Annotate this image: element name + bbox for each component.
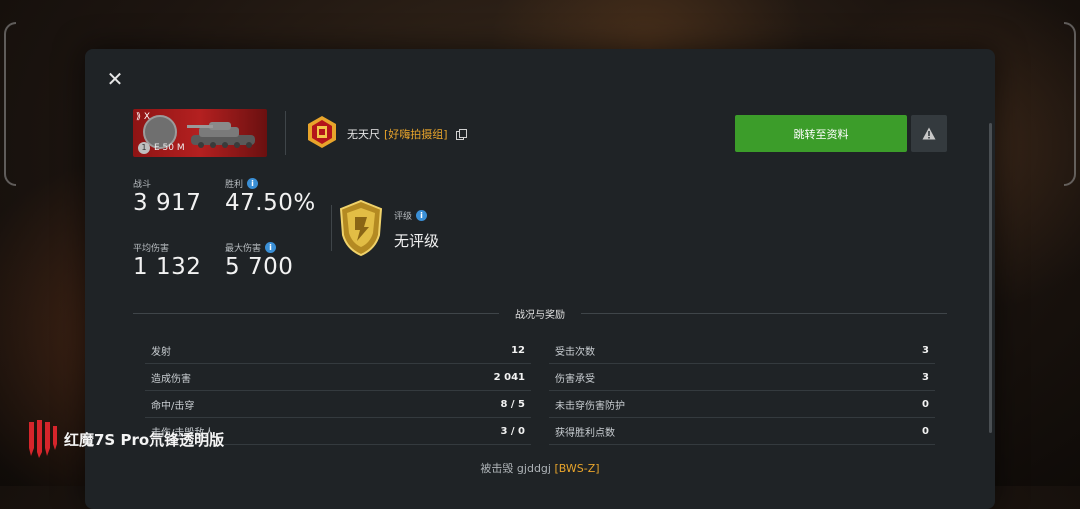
stat-label: 平均伤害 <box>133 243 170 254</box>
divider <box>581 313 947 314</box>
red-magic-logo-icon <box>29 420 57 458</box>
device-edge-left <box>4 22 16 186</box>
table-cell: 受击次数 3 <box>549 337 935 364</box>
table-cell: 伤害承受 3 <box>549 364 935 391</box>
watermark-text: 红魔7S Pro氘锋透明版 <box>64 430 225 449</box>
warning-icon <box>922 127 936 140</box>
stat-value: 1 132 <box>133 254 202 280</box>
tier-badge: 1 <box>138 142 150 154</box>
stat-battles: 战斗 3 917 <box>133 177 202 217</box>
section-header: 战况与奖励 <box>133 305 947 321</box>
table-row: 击伤/击毁敌人 3 / 0 获得胜利点数 0 <box>145 418 935 445</box>
close-button[interactable]: ✕ <box>105 69 125 89</box>
rating-shield-icon <box>339 199 383 257</box>
info-icon[interactable]: i <box>416 210 428 221</box>
table-row: 命中/击穿 8 / 5 未击穿伤害防护 0 <box>145 391 935 418</box>
table-row: 发射 12 受击次数 3 <box>145 337 935 364</box>
stat-value: 47.50% <box>225 190 316 216</box>
tank-card[interactable]: ⟫ X 1 E 50 M <box>133 109 267 157</box>
stat-avg-damage: 平均伤害 1 132 <box>133 241 202 281</box>
stat-label: 战斗 <box>133 179 152 190</box>
table-cell: 造成伤害 2 041 <box>145 364 531 391</box>
table-cell: 命中/击穿 8 / 5 <box>145 391 531 418</box>
device-edge-right <box>1064 22 1076 186</box>
clan-emblem-icon <box>308 116 336 148</box>
chevron-icon: ⟫ <box>136 112 144 122</box>
device-watermark: 红魔7S Pro氘锋透明版 <box>26 418 224 460</box>
divider <box>285 111 286 155</box>
stat-value: 3 917 <box>133 190 202 216</box>
rating-value: 无评级 <box>394 232 440 250</box>
killer-name[interactable]: gjddgj <box>517 462 551 475</box>
killed-by-prefix: 被击毁 <box>480 462 514 475</box>
copy-icon[interactable] <box>455 129 467 140</box>
divider <box>331 205 332 251</box>
report-button[interactable] <box>911 115 947 152</box>
player-name-line: 无天尺 [好嗨拍摄组] <box>347 126 467 142</box>
go-to-profile-button[interactable]: 跳转至资料 <box>735 115 907 152</box>
battle-stats-table: 发射 12 受击次数 3 造成伤害 2 041 伤害承受 3 命中/击穿 8 / 5 未击… <box>145 337 935 445</box>
table-cell: 发射 12 <box>145 337 531 364</box>
info-icon[interactable]: i <box>247 177 259 189</box>
killed-by-line: 被击毁 gjddgj [BWS-Z] <box>85 460 995 476</box>
clan-tag[interactable]: [好嗨拍摄组] <box>384 126 448 142</box>
scrollbar[interactable] <box>989 123 992 433</box>
table-row: 造成伤害 2 041 伤害承受 3 <box>145 364 935 391</box>
stat-max-damage: 最大伤害 i 5 700 <box>225 241 293 280</box>
player-name: 无天尺 <box>347 128 380 141</box>
tank-icon <box>187 122 255 148</box>
stat-winrate: 胜利 i 47.50% <box>225 177 316 216</box>
info-icon[interactable]: i <box>265 241 277 253</box>
stat-label: 最大伤害 i <box>225 241 293 254</box>
stat-value: 5 700 <box>225 254 294 280</box>
killer-clan-tag[interactable]: [BWS-Z] <box>554 462 599 475</box>
stat-label: 胜利 i <box>225 177 316 190</box>
rating-label: 评级 i <box>394 209 428 222</box>
tank-name: 1 E 50 M <box>138 142 185 154</box>
table-cell: 未击穿伤害防护 0 <box>549 391 935 418</box>
table-cell: 获得胜利点数 0 <box>549 418 935 445</box>
